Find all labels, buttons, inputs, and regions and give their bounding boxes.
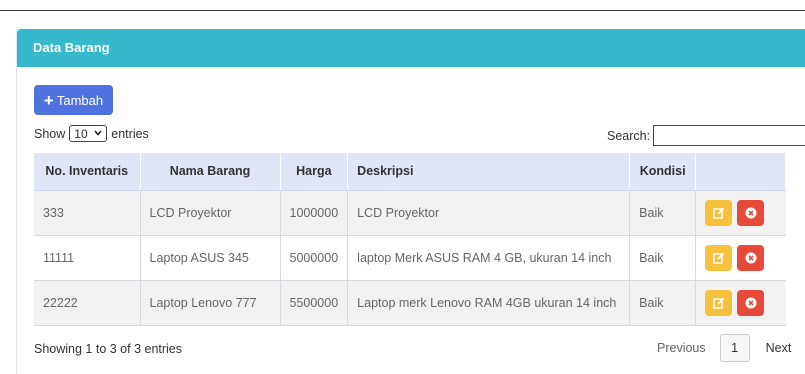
edit-button[interactable] [705, 289, 733, 316]
cell-kondisi: Baik [629, 235, 697, 281]
cell-kondisi: Baik [629, 280, 697, 326]
data-table: No. Inventaris Nama Barang Harga Deskrip… [34, 153, 787, 326]
add-button-label: Tambah [56, 92, 104, 108]
entries-select-value: 10 [74, 126, 88, 141]
pagination: Previous 1 Next [657, 334, 791, 362]
column-header-harga[interactable]: Harga [280, 153, 349, 191]
cell-nama-barang: Laptop ASUS 345 [140, 235, 281, 281]
edit-icon [712, 207, 724, 219]
page-1-button[interactable]: 1 [719, 334, 750, 362]
column-header-no-inventaris[interactable]: No. Inventaris [34, 153, 141, 191]
card-title: Data Barang [33, 40, 110, 55]
delete-button[interactable] [737, 289, 765, 316]
data-card: Data Barang + Tambah Show 10 entries Sea… [16, 29, 805, 374]
top-divider [0, 10, 805, 11]
cell-deskripsi: laptop Merk ASUS RAM 4 GB, ukuran 14 inc… [347, 235, 631, 281]
entries-length-control: Show 10 entries [34, 125, 149, 142]
table-row: 22222 Laptop Lenovo 777 5500000 Laptop m… [34, 280, 786, 326]
column-header-nama-barang[interactable]: Nama Barang [140, 153, 281, 191]
search-input[interactable] [653, 125, 805, 146]
card-header: Data Barang [17, 29, 805, 67]
entries-select[interactable]: 10 [69, 125, 108, 142]
cell-no-inventaris: 11111 [34, 235, 141, 281]
cell-nama-barang: LCD Proyektor [140, 190, 281, 236]
search-control: Search: [607, 125, 805, 146]
edit-icon [712, 252, 724, 264]
cell-harga: 5000000 [280, 235, 349, 281]
column-header-actions [695, 153, 787, 191]
cell-harga: 1000000 [280, 190, 349, 236]
close-circle-icon [745, 297, 757, 308]
cell-no-inventaris: 333 [34, 190, 141, 236]
cell-deskripsi: Laptop merk Lenovo RAM 4GB ukuran 14 inc… [347, 280, 631, 326]
edit-button[interactable] [705, 244, 733, 271]
cell-deskripsi: LCD Proyektor [347, 190, 631, 236]
entries-label: entries [111, 126, 149, 141]
edit-icon [712, 297, 724, 309]
delete-button[interactable] [737, 199, 765, 226]
table-info: Showing 1 to 3 of 3 entries [34, 342, 183, 356]
cell-actions [695, 190, 786, 236]
next-button[interactable]: Next [766, 341, 792, 355]
cell-no-inventaris: 22222 [34, 280, 141, 326]
add-button[interactable]: + Tambah [34, 85, 113, 115]
column-header-deskripsi[interactable]: Deskripsi [347, 153, 631, 191]
plus-icon: + [43, 90, 54, 110]
search-label: Search: [607, 128, 651, 143]
cell-actions [695, 280, 786, 326]
table-header-row: No. Inventaris Nama Barang Harga Deskrip… [34, 153, 787, 191]
cell-actions [695, 235, 786, 281]
cell-harga: 5500000 [280, 280, 349, 326]
previous-button[interactable]: Previous [657, 341, 706, 355]
table-row: 11111 Laptop ASUS 345 5000000 laptop Mer… [34, 235, 786, 281]
edit-button[interactable] [705, 199, 733, 226]
close-circle-icon [745, 252, 757, 263]
table-row: 333 LCD Proyektor 1000000 LCD Proyektor … [34, 190, 786, 236]
show-label: Show [34, 126, 66, 141]
delete-button[interactable] [737, 244, 765, 271]
cell-kondisi: Baik [629, 190, 697, 236]
column-header-kondisi[interactable]: Kondisi [629, 153, 697, 191]
close-circle-icon [745, 207, 757, 218]
cell-nama-barang: Laptop Lenovo 777 [140, 280, 281, 326]
chevron-down-icon [94, 129, 102, 138]
